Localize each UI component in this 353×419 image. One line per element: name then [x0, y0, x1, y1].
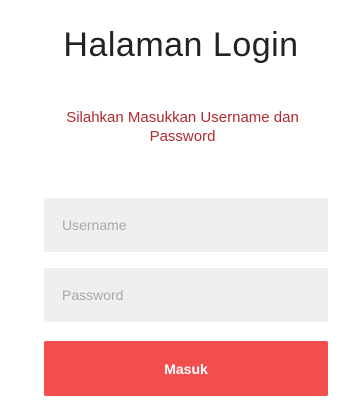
login-page: Halaman Login Silahkan Masukkan Username… [0, 0, 353, 419]
login-submit-button[interactable]: Masuk [44, 341, 328, 396]
username-input[interactable] [44, 198, 328, 252]
login-instruction: Silahkan Masukkan Username dan Password [0, 108, 353, 146]
login-instruction-line-2: Password [149, 128, 216, 145]
login-instruction-line-1: Silahkan Masukkan Username dan [66, 109, 299, 126]
password-input[interactable] [44, 268, 328, 322]
page-title: Halaman Login [63, 26, 299, 64]
